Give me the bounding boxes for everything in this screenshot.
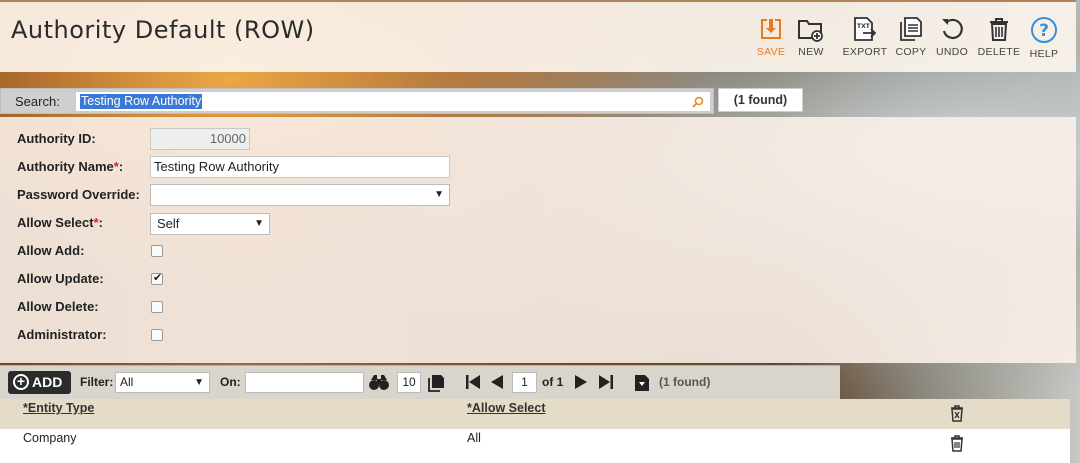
column-header-entity-type[interactable]: *Entity Type [23,401,94,415]
export-label: EXPORT [842,46,888,58]
authority-id-label: Authority ID: [17,131,96,146]
svg-text:?: ? [1039,21,1049,41]
delete-button[interactable]: DELETE [976,14,1022,62]
allow-update-label: Allow Update: [17,271,104,286]
undo-icon [942,18,963,40]
copy-icon [900,17,922,41]
chevron-down-icon: ▼ [254,218,264,229]
search-found-count: (1 found) [718,88,803,112]
table-row[interactable]: Company All [0,429,1070,463]
new-folder-icon [798,20,823,42]
next-page-icon[interactable] [574,374,588,390]
authority-name-field[interactable]: Testing Row Authority [150,156,450,178]
allow-select-row: Allow Select*: Self ▼ [17,212,717,235]
authority-name-row: Authority Name*: Testing Row Authority [17,156,717,178]
filter-select[interactable]: All ▼ [115,372,210,393]
help-button[interactable]: ? HELP [1021,14,1067,62]
form-panel: Authority ID: 10000 Authority Name*: Tes… [0,117,1076,363]
on-label: On: [220,375,241,389]
search-input[interactable]: Testing Row Authority [75,91,711,112]
administrator-row: Administrator: [17,324,717,346]
cell-allow-select: All [467,431,481,445]
save-icon [761,19,781,39]
filter-value: All [120,375,134,389]
add-label: ADD [32,374,63,390]
on-input[interactable] [245,372,364,393]
header-bar: Authority Default (ROW) SAVE NEW TXT EXP… [0,0,1076,72]
copy-label: COPY [895,46,927,58]
allow-delete-checkbox[interactable] [151,301,163,313]
column-header-allow-select[interactable]: *Allow Select [467,401,546,415]
cell-entity-type: Company [23,431,77,445]
new-label: NEW [798,46,824,58]
allow-select-select[interactable]: Self ▼ [150,213,270,235]
allow-update-row: Allow Update: ✔ [17,268,717,290]
search-label: Search: [15,94,60,109]
trash-icon [990,18,1008,41]
first-page-icon[interactable] [465,374,481,390]
checkmark-icon: ✔ [153,272,163,284]
download-icon[interactable] [634,374,650,392]
help-label: HELP [1029,48,1059,60]
password-override-select[interactable]: ▼ [150,184,450,206]
export-button[interactable]: TXT EXPORT [842,14,888,62]
grid-found-count: (1 found) [659,375,711,389]
chevron-down-icon: ▼ [434,189,444,200]
binoculars-icon[interactable] [369,374,389,391]
allow-update-checkbox[interactable]: ✔ [151,272,163,285]
add-button[interactable]: + ADD [8,371,71,394]
allow-add-label: Allow Add: [17,243,85,258]
search-input-value: Testing Row Authority [80,94,203,109]
grid-header: *Entity Type *Allow Select [0,399,1070,429]
password-override-label: Password Override: [17,187,140,202]
delete-label: DELETE [977,46,1021,58]
authority-name-label: Authority Name*: [17,159,124,174]
allow-add-checkbox[interactable] [151,245,163,257]
allow-delete-label: Allow Delete: [17,299,99,314]
page-size-input[interactable]: 10 [397,372,421,393]
allow-select-value: Self [157,216,180,231]
toolbar: SAVE NEW TXT EXPORT COPY UNDO DELETE ? H… [0,14,1076,64]
trash-icon[interactable] [949,434,965,452]
administrator-label: Administrator: [17,327,107,342]
copy-button[interactable]: COPY [888,14,934,62]
previous-page-icon[interactable] [490,374,504,390]
chevron-down-icon: ▼ [194,377,204,388]
password-override-row: Password Override: ▼ [17,184,717,206]
administrator-checkbox[interactable] [151,329,163,341]
copy-pages-icon[interactable] [427,374,445,392]
allow-select-label: Allow Select*: [17,215,103,230]
authority-id-field: 10000 [150,128,250,150]
new-button[interactable]: NEW [788,14,834,62]
filter-label: Filter: [80,375,114,389]
export-icon: TXT [854,17,877,41]
last-page-icon[interactable] [598,374,614,390]
undo-button[interactable]: UNDO [929,14,975,62]
grid-toolbar: + ADD Filter: All ▼ On: 10 1 of 1 (1 fou… [0,365,840,399]
allow-delete-row: Allow Delete: [17,296,717,318]
page-count-label: of 1 [542,375,564,389]
export-badge: TXT [857,23,871,30]
authority-id-row: Authority ID: 10000 [17,128,717,150]
current-page-input[interactable]: 1 [512,372,537,393]
help-icon: ? [1031,17,1057,43]
search-icon[interactable] [692,96,704,108]
clear-delete-icon[interactable] [949,404,965,422]
allow-add-row: Allow Add: [17,240,717,262]
plus-circle-icon: + [13,374,29,390]
search-bar: Search: Testing Row Authority [0,88,714,114]
undo-label: UNDO [935,46,969,58]
